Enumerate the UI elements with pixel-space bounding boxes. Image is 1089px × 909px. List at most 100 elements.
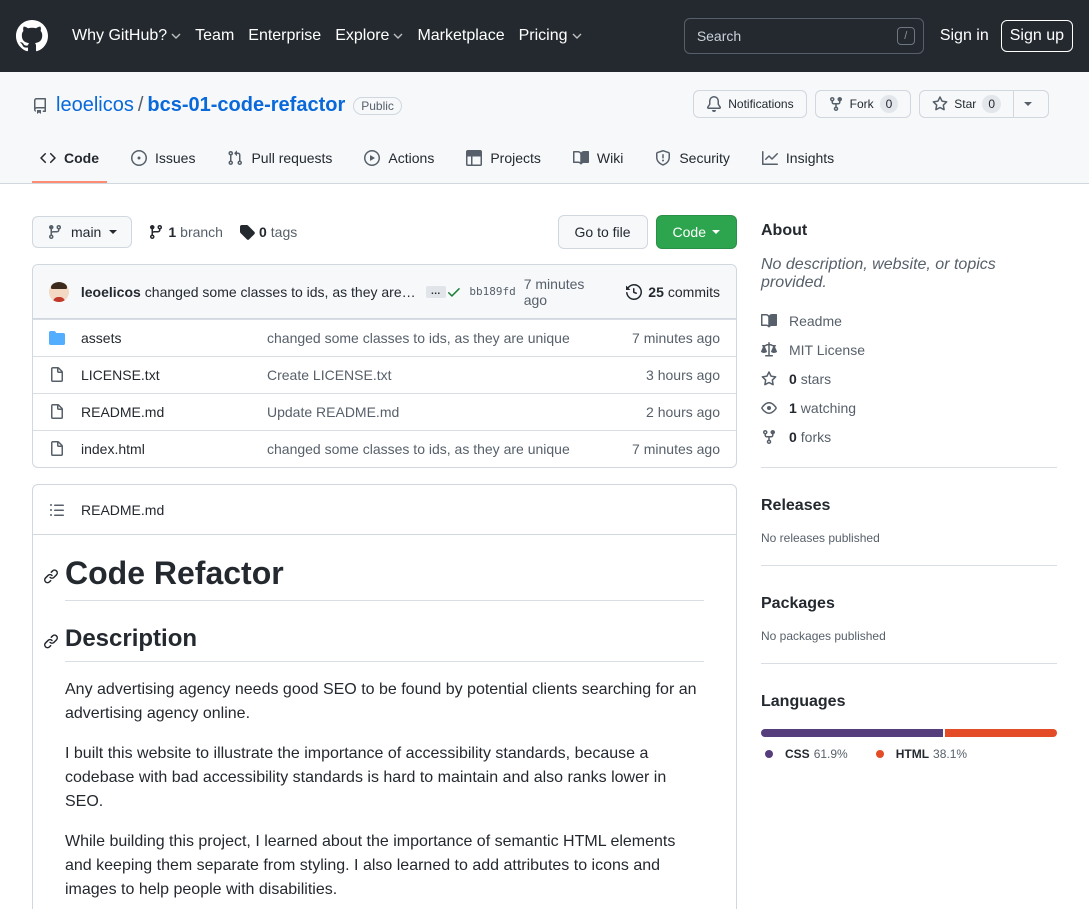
search-input[interactable]: Search / [683,18,924,54]
chevron-down-icon [393,33,403,39]
readme-filename-link[interactable]: README.md [81,502,164,518]
sign-up-button[interactable]: Sign up [1000,20,1073,52]
pull-request-icon [228,150,243,166]
repo-sidebar: About No description, website, or topics… [761,216,1057,761]
tab-code[interactable]: Code [32,135,107,183]
search-shortcut-key: / [896,27,915,45]
packages-heading: Packages [761,595,1057,613]
tab-actions[interactable]: Actions [356,135,442,183]
search-placeholder: Search [696,28,742,44]
language-item-html[interactable]: HTML 38.1% [872,747,967,761]
bell-icon [707,96,722,112]
go-to-file-button[interactable]: Go to file [557,215,648,249]
file-commit-link[interactable]: changed some classes to ids, as they are… [267,441,632,457]
tab-wiki[interactable]: Wiki [565,135,631,183]
language-item-css[interactable]: CSS 61.9% [761,747,848,761]
readme-link[interactable]: Readme [761,306,1057,335]
language-segment-css[interactable] [761,729,943,737]
file-icon [51,441,63,456]
star-list-dropdown[interactable] [1014,90,1049,118]
tab-issues[interactable]: Issues [123,135,203,183]
language-segment-html[interactable] [944,729,1057,737]
repo-icon [34,97,46,114]
sign-in-link[interactable]: Sign in [940,27,989,45]
releases-heading: Releases [761,497,1057,515]
check-icon[interactable] [446,284,462,300]
file-list: leoelicos changed some classes to ids, a… [32,264,737,468]
github-logo-icon[interactable] [16,20,48,52]
star-button-group: Star 0 [919,90,1049,118]
file-commit-link[interactable]: Create LICENSE.txt [267,367,646,383]
star-button[interactable]: Star 0 [919,90,1014,118]
divider [761,663,1057,664]
code-icon [40,152,56,164]
nav-marketplace[interactable]: Marketplace [417,27,504,45]
branches-link[interactable]: 1 branch [148,224,223,240]
file-row-assets[interactable]: assets changed some classes to ids, as t… [33,319,736,356]
languages-list: CSS 61.9% HTML 38.1% [761,747,1057,761]
tab-projects[interactable]: Projects [458,135,549,183]
file-navigation: main 1 branch 0 tags Go to file Code [32,215,737,249]
caret-down-icon [109,230,118,234]
fork-button[interactable]: Fork 0 [814,90,912,118]
commit-sha-link[interactable]: bb189fd [469,285,515,298]
repo-name-link[interactable]: bcs-01-code-refactor [147,94,345,117]
readme-header: README.md [33,485,736,535]
avatar[interactable] [49,281,69,302]
readme-paragraph: While building this project, I learned a… [65,833,676,898]
nav-enterprise[interactable]: Enterprise [248,27,321,45]
star-counter: 0 [982,95,1001,113]
forks-link[interactable]: 0 forks [761,422,1057,451]
repo-header: leoelicos / bcs-01-code-refactor Public … [0,72,1089,184]
repo-path-separator: / [137,94,144,116]
chevron-down-icon [572,33,581,39]
file-name-link[interactable]: LICENSE.txt [81,367,267,383]
file-name-link[interactable]: assets [81,330,267,346]
global-header: Why GitHub? Team Enterprise Explore Mark… [0,0,1089,72]
watchers-link[interactable]: 1 watching [761,393,1057,422]
file-icon [51,367,63,382]
tags-link[interactable]: 0 tags [239,224,297,240]
branch-select-button[interactable]: main [32,216,133,248]
about-list: Readme MIT License 0 stars 1 watching 0 … [761,306,1057,451]
packages-link[interactable]: Packages [761,595,835,612]
expand-commit-button[interactable]: … [425,285,446,298]
commit-message-link[interactable]: changed some classes to ids, as they are… [145,284,416,300]
repo-content: main 1 branch 0 tags Go to file Code leo… [32,215,737,909]
commit-time: 7 minutes ago [523,275,585,308]
link-icon[interactable] [43,633,59,649]
language-color-dot [875,750,884,758]
fork-icon [763,429,775,444]
folder-icon [49,331,65,345]
tab-insights[interactable]: Insights [754,135,842,183]
commits-history-link[interactable]: 25 commits [626,284,720,300]
link-icon[interactable] [43,568,59,584]
releases-note: No releases published [761,531,880,545]
repo-owner-link[interactable]: leoelicos [56,94,134,117]
fork-icon [829,97,842,112]
commit-author-link[interactable]: leoelicos [81,284,141,300]
divider [761,565,1057,566]
license-link[interactable]: MIT License [761,335,1057,364]
readme-heading-1: Code Refactor [44,555,704,601]
tab-security[interactable]: Security [647,135,738,183]
notifications-button[interactable]: Notifications [693,90,807,118]
file-name-link[interactable]: README.md [81,404,267,420]
code-dropdown-button[interactable]: Code [655,215,737,249]
releases-link[interactable]: Releases [761,497,830,514]
file-row-license[interactable]: LICENSE.txt Create LICENSE.txt 3 hours a… [33,356,736,393]
list-unordered-icon[interactable] [49,502,65,518]
tab-pull-requests[interactable]: Pull requests [219,135,340,183]
nav-explore[interactable]: Explore [335,27,403,45]
file-name-link[interactable]: index.html [81,441,267,457]
repo-tabs: Code Issues Pull requests Actions Projec… [32,135,858,183]
nav-team[interactable]: Team [195,27,234,45]
file-row-index[interactable]: index.html changed some classes to ids, … [33,430,736,467]
about-heading: About [761,222,808,239]
file-commit-link[interactable]: changed some classes to ids, as they are… [267,330,632,346]
file-commit-link[interactable]: Update README.md [267,404,646,420]
file-row-readme[interactable]: README.md Update README.md 2 hours ago [33,393,736,430]
nav-why-github[interactable]: Why GitHub? [72,27,181,45]
nav-pricing[interactable]: Pricing [519,27,582,45]
stars-link[interactable]: 0 stars [761,364,1057,393]
